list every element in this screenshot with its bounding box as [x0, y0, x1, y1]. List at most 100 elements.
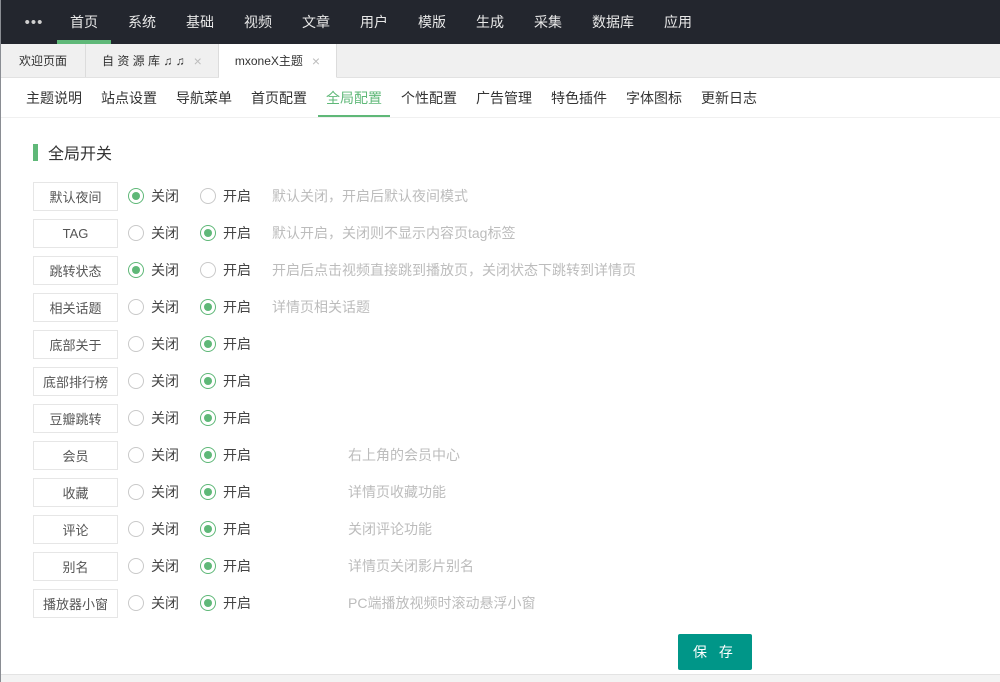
- radio-on[interactable]: 开启: [200, 260, 272, 280]
- config-tab[interactable]: 全局配置: [325, 78, 383, 117]
- config-tab[interactable]: 字体图标: [625, 78, 683, 117]
- radio-off[interactable]: 关闭: [128, 593, 200, 613]
- nav-item[interactable]: 生成: [461, 0, 519, 44]
- nav-item[interactable]: 首页: [55, 0, 113, 44]
- tab-label: 自 资 源 库 ♫ ♫: [102, 52, 185, 69]
- radio-off[interactable]: 关闭: [128, 519, 200, 539]
- nav-item[interactable]: 数据库: [577, 0, 649, 44]
- radio-on[interactable]: 开启: [200, 482, 272, 502]
- radio-on[interactable]: 开启: [200, 408, 272, 428]
- setting-label-text: 评论: [62, 520, 88, 539]
- radio-on[interactable]: 开启: [200, 371, 272, 391]
- radio-on-icon: [200, 410, 216, 426]
- save-row: 保 存: [33, 634, 968, 670]
- radio-off-icon: [128, 447, 144, 463]
- radio-off[interactable]: 关闭: [128, 371, 200, 391]
- setting-label: 豆瓣跳转: [33, 404, 118, 433]
- setting-label-text: 播放器小窗: [43, 594, 108, 613]
- more-menu-icon[interactable]: •••: [13, 0, 55, 44]
- config-tab[interactable]: 广告管理: [475, 78, 533, 117]
- radio-off-label: 关闭: [151, 297, 179, 317]
- config-tab-label: 个性配置: [401, 88, 457, 108]
- radio-off-icon: [128, 484, 144, 500]
- nav-item-label: 采集: [534, 12, 562, 32]
- radio-on[interactable]: 开启: [200, 297, 272, 317]
- setting-row: 会员 关闭 开启 右上角的会员中心: [33, 440, 968, 470]
- radio-on[interactable]: 开启: [200, 186, 272, 206]
- radio-off-icon: [128, 299, 144, 315]
- config-tab-label: 更新日志: [701, 88, 757, 108]
- radio-on[interactable]: 开启: [200, 223, 272, 243]
- nav-item[interactable]: 采集: [519, 0, 577, 44]
- window-tab[interactable]: 自 资 源 库 ♫ ♫ ×: [86, 44, 219, 77]
- config-tab[interactable]: 主题说明: [25, 78, 83, 117]
- radio-on[interactable]: 开启: [200, 445, 272, 465]
- radio-on-icon: [200, 188, 216, 204]
- window-tab[interactable]: mxoneX主题 ×: [219, 44, 337, 78]
- setting-description: 关闭评论功能: [348, 519, 432, 539]
- radio-off[interactable]: 关闭: [128, 334, 200, 354]
- config-tab[interactable]: 更新日志: [700, 78, 758, 117]
- nav-item[interactable]: 视频: [229, 0, 287, 44]
- theme-config-tabs: 主题说明 站点设置 导航菜单 首页配置 全局配置 个性配置 广告管理 特色插件 …: [1, 78, 1000, 118]
- config-tab[interactable]: 首页配置: [250, 78, 308, 117]
- close-icon[interactable]: ×: [194, 54, 202, 68]
- radio-on[interactable]: 开启: [200, 334, 272, 354]
- setting-label: 底部排行榜: [33, 367, 118, 396]
- radio-on-icon: [200, 225, 216, 241]
- config-tab-label: 广告管理: [476, 88, 532, 108]
- setting-row: 相关话题 关闭 开启 详情页相关话题: [33, 292, 968, 322]
- radio-off[interactable]: 关闭: [128, 186, 200, 206]
- nav-item[interactable]: 基础: [171, 0, 229, 44]
- radio-off-icon: [128, 373, 144, 389]
- tab-label: 欢迎页面: [19, 52, 67, 69]
- nav-item-label: 数据库: [592, 12, 634, 32]
- close-icon[interactable]: ×: [312, 54, 320, 68]
- config-tab-label: 导航菜单: [176, 88, 232, 108]
- setting-row: 底部关于 关闭 开启: [33, 329, 968, 359]
- radio-off[interactable]: 关闭: [128, 482, 200, 502]
- radio-on-label: 开启: [223, 556, 251, 576]
- radio-on[interactable]: 开启: [200, 593, 272, 613]
- nav-item[interactable]: 文章: [287, 0, 345, 44]
- nav-item[interactable]: 系统: [113, 0, 171, 44]
- radio-on-label: 开启: [223, 482, 251, 502]
- bottom-scrollbar-track[interactable]: [1, 674, 1000, 682]
- radio-off[interactable]: 关闭: [128, 223, 200, 243]
- save-button[interactable]: 保 存: [678, 634, 752, 670]
- radio-off-label: 关闭: [151, 260, 179, 280]
- radio-off-label: 关闭: [151, 519, 179, 539]
- config-tab[interactable]: 导航菜单: [175, 78, 233, 117]
- radio-off[interactable]: 关闭: [128, 408, 200, 428]
- setting-description: 右上角的会员中心: [348, 445, 460, 465]
- radio-off-icon: [128, 188, 144, 204]
- setting-row: TAG 关闭 开启 默认开启，关闭则不显示内容页tag标签: [33, 218, 968, 248]
- nav-item-label: 应用: [664, 12, 692, 32]
- setting-label: 跳转状态: [33, 256, 118, 285]
- config-tab[interactable]: 站点设置: [100, 78, 158, 117]
- radio-on[interactable]: 开启: [200, 556, 272, 576]
- radio-off[interactable]: 关闭: [128, 556, 200, 576]
- top-navbar-items: 首页 系统 基础 视频 文章 用户 模版 生成 采集 数据库 应用: [55, 0, 707, 44]
- window-tab[interactable]: 欢迎页面: [1, 44, 86, 77]
- radio-off[interactable]: 关闭: [128, 297, 200, 317]
- radio-off[interactable]: 关闭: [128, 260, 200, 280]
- setting-label: 评论: [33, 515, 118, 544]
- nav-item[interactable]: 用户: [345, 0, 403, 44]
- nav-item[interactable]: 应用: [649, 0, 707, 44]
- nav-item-label: 生成: [476, 12, 504, 32]
- nav-item[interactable]: 模版: [403, 0, 461, 44]
- radio-on[interactable]: 开启: [200, 519, 272, 539]
- config-tab[interactable]: 特色插件: [550, 78, 608, 117]
- setting-label: 底部关于: [33, 330, 118, 359]
- config-tab[interactable]: 个性配置: [400, 78, 458, 117]
- nav-item-label: 用户: [360, 12, 388, 32]
- setting-label: TAG: [33, 219, 118, 248]
- setting-label-text: 会员: [62, 446, 88, 465]
- radio-off-label: 关闭: [151, 186, 179, 206]
- radio-off-label: 关闭: [151, 593, 179, 613]
- config-tab-label: 字体图标: [626, 88, 682, 108]
- radio-off-label: 关闭: [151, 482, 179, 502]
- radio-off[interactable]: 关闭: [128, 445, 200, 465]
- setting-label-text: 跳转状态: [49, 261, 101, 280]
